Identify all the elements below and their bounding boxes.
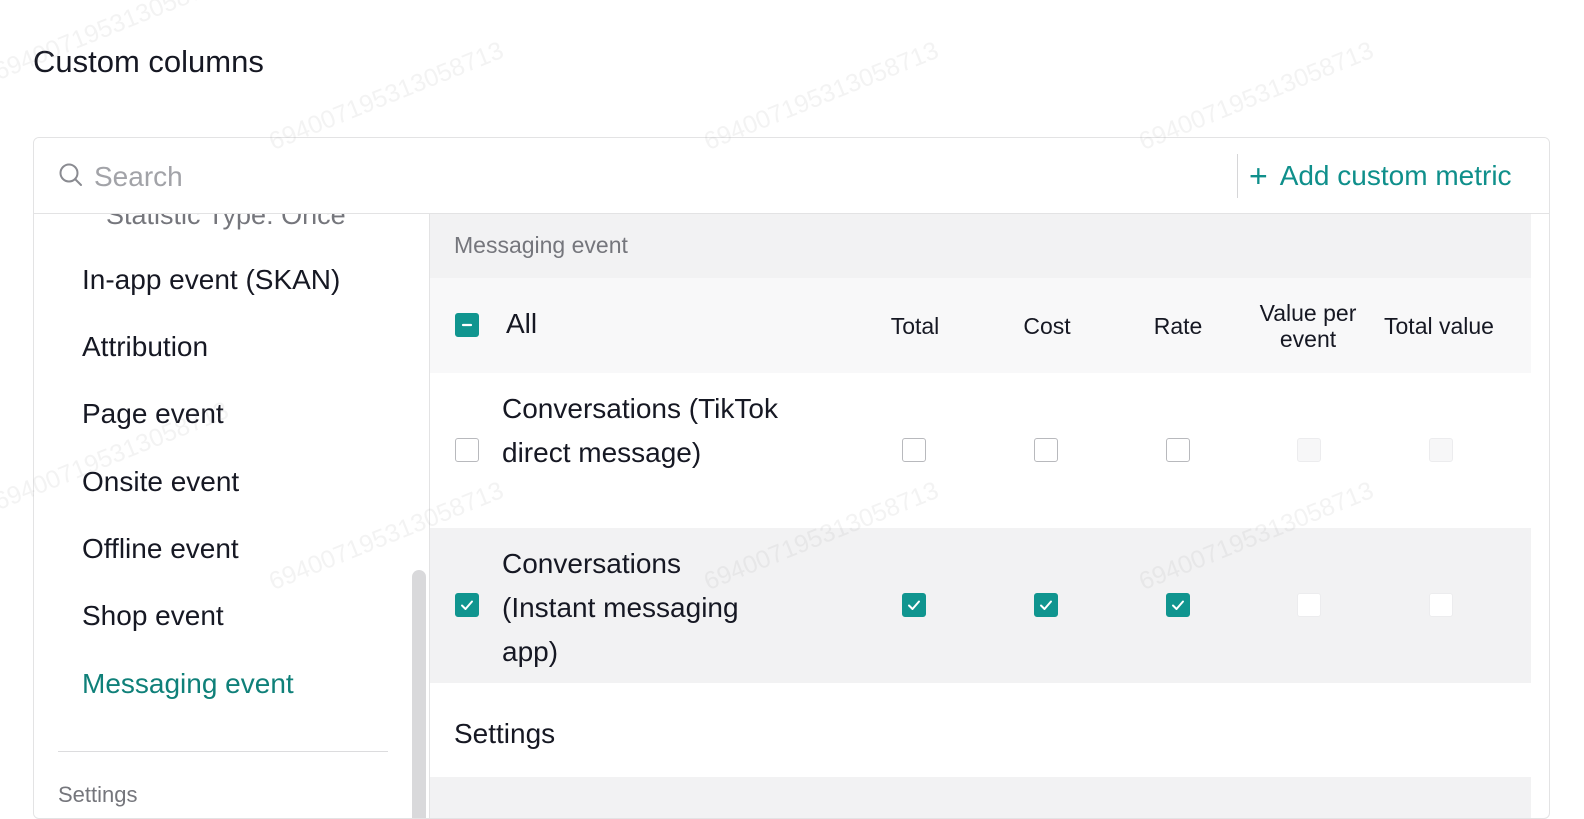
rate-checkbox[interactable]	[1166, 438, 1190, 462]
category-sidebar: Statistic Type: Once In-app event (SKAN)…	[34, 214, 430, 818]
row-checkbox[interactable]	[455, 438, 479, 462]
add-custom-metric-button[interactable]: + Add custom metric	[1249, 154, 1512, 198]
minus-icon	[461, 323, 473, 327]
select-all-label: All	[506, 308, 538, 339]
select-all-checkbox[interactable]	[455, 313, 479, 337]
total-checkbox[interactable]	[902, 438, 926, 462]
value-per-event-checkbox	[1297, 593, 1321, 617]
check-icon	[1040, 600, 1052, 610]
column-header-total: Total	[890, 312, 940, 339]
search-input[interactable]	[92, 156, 696, 198]
sidebar-item-onsite-event[interactable]: Onsite event	[82, 466, 239, 498]
sidebar-section-settings: Settings	[58, 782, 138, 807]
column-header-rate: Rate	[1153, 312, 1203, 339]
table-row: Conversations (TikTok direct message)	[430, 373, 1531, 528]
cost-checkbox[interactable]	[1034, 593, 1058, 617]
check-icon	[461, 600, 473, 610]
row-checkbox[interactable]	[455, 593, 479, 617]
table-header: All Total Cost Rate Value per event Tota…	[430, 278, 1531, 373]
column-header-value-per-event: Value per event	[1259, 299, 1357, 352]
table-row: Conversations (Instant messaging app)	[430, 528, 1531, 683]
cost-checkbox[interactable]	[1034, 438, 1058, 462]
row-label: Conversations (Instant messaging app)	[502, 548, 739, 667]
sidebar-item-shop-event[interactable]: Shop event	[82, 600, 224, 632]
sidebar-item-statistic-type[interactable]: Statistic Type: Once	[106, 214, 346, 231]
column-header-total-value: Total value	[1384, 312, 1494, 339]
row-label: Conversations (TikTok direct message)	[502, 393, 778, 468]
sidebar-item-attribution[interactable]: Attribution	[82, 331, 208, 363]
total-value-checkbox	[1429, 593, 1453, 617]
sidebar-item-page-event[interactable]: Page event	[82, 398, 224, 430]
sidebar-item-offline-event[interactable]: Offline event	[82, 533, 239, 565]
toolbar-divider	[1237, 154, 1238, 198]
sidebar-item-in-app-event-skan[interactable]: In-app event (SKAN)	[82, 264, 340, 296]
plus-icon: +	[1249, 158, 1268, 194]
check-icon	[1172, 600, 1184, 610]
settings-section-bar	[430, 777, 1531, 818]
page-title: Custom columns	[33, 44, 264, 79]
toolbar: + Add custom metric	[34, 138, 1549, 214]
sidebar-divider	[58, 751, 388, 752]
sidebar-scrollbar[interactable]	[412, 570, 426, 818]
search-icon	[59, 163, 82, 186]
sidebar-item-messaging-event[interactable]: Messaging event	[82, 668, 294, 700]
add-custom-metric-label: Add custom metric	[1279, 160, 1512, 191]
section-title: Messaging event	[454, 232, 628, 258]
custom-columns-panel: + Add custom metric Statistic Type: Once…	[33, 137, 1550, 819]
check-icon	[908, 600, 920, 610]
rate-checkbox[interactable]	[1166, 593, 1190, 617]
total-value-checkbox	[1429, 438, 1453, 462]
settings-title: Settings	[454, 718, 556, 749]
column-header-cost: Cost	[1023, 312, 1071, 339]
total-checkbox[interactable]	[902, 593, 926, 617]
section-header: Messaging event	[430, 214, 1531, 278]
metrics-table: Messaging event All Total Cost Rate Valu…	[430, 214, 1535, 818]
value-per-event-checkbox	[1297, 438, 1321, 462]
